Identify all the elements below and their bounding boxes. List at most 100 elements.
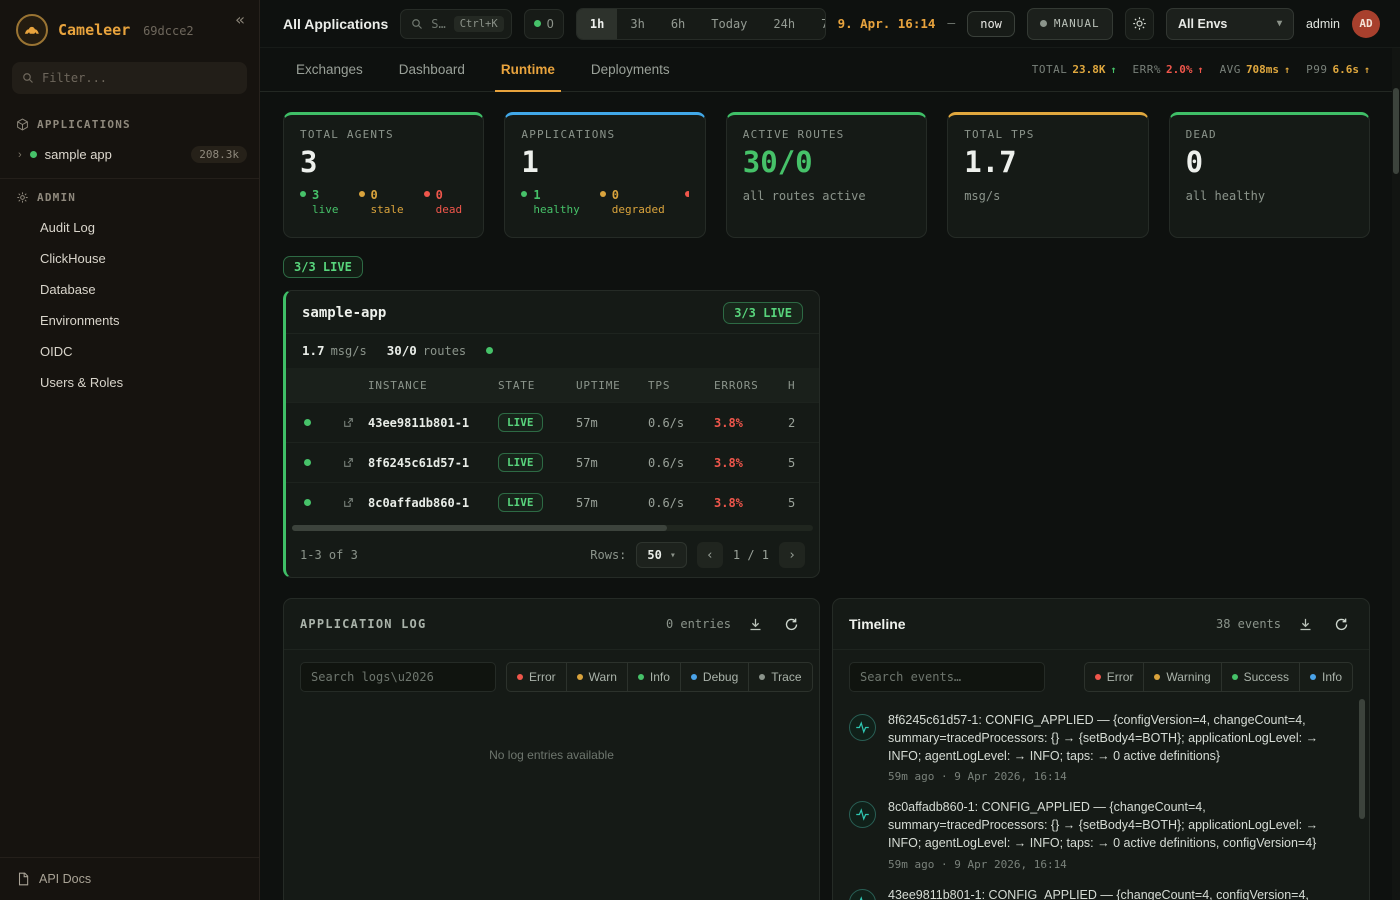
timeline-search-input[interactable]: [849, 662, 1045, 692]
external-link-icon[interactable]: [328, 416, 368, 429]
status-dot-green: [30, 151, 37, 158]
log-filter-info[interactable]: Info: [627, 662, 681, 692]
manual-refresh-button[interactable]: MANUAL: [1027, 8, 1113, 40]
timeline-panel: Timeline 38 events Error Warning Success…: [832, 598, 1370, 900]
search-shortcut-kbd: Ctrl+K: [454, 16, 504, 32]
prev-page-button[interactable]: ‹: [697, 542, 723, 568]
status-dot-red: [1095, 674, 1101, 680]
time-range-7d[interactable]: 7d: [808, 9, 825, 39]
time-range-6h[interactable]: 6h: [658, 9, 698, 39]
topbar: All Applications S… Ctrl+K O 1h 3h 6h To…: [260, 0, 1400, 48]
time-range-1h[interactable]: 1h: [577, 9, 617, 39]
rows-per-page-select[interactable]: 50 ▾: [636, 542, 686, 568]
status-dot-amber: [577, 674, 583, 680]
tab-deployments[interactable]: Deployments: [573, 48, 688, 91]
chevron-right-icon[interactable]: ›: [18, 149, 22, 161]
log-filter-error[interactable]: Error: [506, 662, 567, 692]
timeline-filter-info[interactable]: Info: [1299, 662, 1353, 692]
sidebar-item-api-docs[interactable]: API Docs: [0, 857, 259, 900]
sidebar-item-environments[interactable]: Environments: [0, 305, 259, 336]
metric-p99-label: P99: [1306, 63, 1327, 76]
state-badge: LIVE: [498, 453, 543, 472]
admin-section-label: ADMIN: [37, 191, 76, 204]
trend-up-icon: ↑: [1284, 65, 1290, 76]
admin-section-header: ADMIN: [0, 181, 259, 212]
card-title: TOTAL TPS: [964, 128, 1131, 141]
card-subtitle: all healthy: [1186, 189, 1353, 203]
errors-cell: 3.8%: [714, 496, 788, 510]
tab-dashboard[interactable]: Dashboard: [381, 48, 483, 91]
sidebar-item-users-roles[interactable]: Users & Roles: [0, 367, 259, 398]
timeline-header: Timeline 38 events: [833, 599, 1369, 650]
log-entries-count: 0 entries: [666, 617, 731, 631]
refresh-icon[interactable]: [779, 612, 803, 636]
download-icon[interactable]: [1293, 612, 1317, 636]
timeline-controls: Error Warning Success Info: [833, 650, 1369, 704]
activity-pulse-icon: [849, 801, 876, 828]
status-dot-green: [300, 191, 306, 197]
time-range-today[interactable]: Today: [698, 9, 760, 39]
horizontal-scrollbar-thumb[interactable]: [292, 525, 667, 531]
table-row[interactable]: 8f6245c61d57-1 LIVE 57m 0.6/s 3.8% 5: [286, 442, 819, 482]
environment-select-value: All Envs: [1178, 17, 1227, 31]
sample-app-card-metrics: 1.7 msg/s 30/0 routes: [286, 334, 819, 368]
refresh-icon[interactable]: [1329, 612, 1353, 636]
timeline-event[interactable]: 8f6245c61d57-1: CONFIG_APPLIED — {config…: [849, 712, 1349, 783]
event-text: 8c0affadb860-1: CONFIG_APPLIED — {change…: [888, 800, 1318, 850]
sample-app-card-title[interactable]: sample-app: [302, 305, 386, 321]
status-dot-red: [424, 191, 430, 197]
avatar[interactable]: AD: [1352, 10, 1380, 38]
live-badge: 3/3 LIVE: [723, 302, 803, 324]
table-row[interactable]: 43ee9811b801-1 LIVE 57m 0.6/s 3.8% 2: [286, 402, 819, 442]
routes-value: 30/0: [387, 343, 417, 358]
tab-exchanges[interactable]: Exchanges: [283, 48, 381, 91]
application-log-header: APPLICATION LOG 0 entries: [284, 599, 819, 650]
log-search-input[interactable]: [300, 662, 496, 692]
sidebar-collapse-icon[interactable]: «: [235, 10, 245, 29]
timeline-scrollbar-thumb[interactable]: [1359, 699, 1365, 819]
timeline-filter-error[interactable]: Error: [1084, 662, 1145, 692]
timeline-filter-warning[interactable]: Warning: [1143, 662, 1221, 692]
state-badge: LIVE: [498, 493, 543, 512]
instances-table-header: INSTANCE STATE UPTIME TPS ERRORS H: [286, 368, 819, 402]
metric-p99-value: 6.6s: [1332, 63, 1359, 76]
environment-select[interactable]: All Envs ▾: [1166, 8, 1294, 40]
tps-cell: 0.6/s: [648, 416, 714, 430]
log-filter-debug[interactable]: Debug: [680, 662, 749, 692]
time-range-3h[interactable]: 3h: [617, 9, 657, 39]
log-filter-warn[interactable]: Warn: [566, 662, 628, 692]
sidebar-item-database[interactable]: Database: [0, 274, 259, 305]
uptime-value: 57m: [576, 416, 648, 430]
applications-section-header: APPLICATIONS: [0, 108, 259, 139]
timeline-event[interactable]: 8c0affadb860-1: CONFIG_APPLIED — {change…: [849, 799, 1349, 870]
sidebar-item-oidc[interactable]: OIDC: [0, 336, 259, 367]
sample-app-count-badge: 208.3k: [191, 146, 247, 163]
metric-avg: AVG 708ms ↑: [1220, 63, 1291, 76]
table-row[interactable]: 8c0affadb860-1 LIVE 57m 0.6/s 3.8% 5: [286, 482, 819, 522]
tab-runtime[interactable]: Runtime: [483, 48, 573, 91]
card-subtitle: msg/s: [964, 189, 1131, 203]
card-dead: DEAD 0 all healthy: [1169, 112, 1370, 238]
timeline-filter-success[interactable]: Success: [1221, 662, 1300, 692]
download-icon[interactable]: [743, 612, 767, 636]
time-range-24h[interactable]: 24h: [760, 9, 808, 39]
horizontal-scrollbar: [292, 525, 813, 531]
sidebar-item-audit-log[interactable]: Audit Log: [0, 212, 259, 243]
theme-toggle-button[interactable]: [1125, 8, 1154, 40]
log-filter-trace[interactable]: Trace: [748, 662, 812, 692]
timeline-event[interactable]: 43ee9811b801-1: CONFIG_APPLIED — {change…: [849, 887, 1349, 900]
metric-avg-label: AVG: [1220, 63, 1241, 76]
online-indicator-chip[interactable]: O: [524, 9, 564, 39]
sidebar-item-clickhouse[interactable]: ClickHouse: [0, 243, 259, 274]
global-search[interactable]: S… Ctrl+K: [400, 9, 511, 39]
chevron-down-icon: ▾: [670, 550, 676, 561]
next-page-button[interactable]: ›: [779, 542, 805, 568]
range-end-button[interactable]: now: [967, 11, 1015, 37]
mini-dead: 0dead: [424, 188, 463, 217]
external-link-icon[interactable]: [328, 496, 368, 509]
metric-err: ERR% 2.0% ↑: [1133, 63, 1204, 76]
page-scrollbar-thumb[interactable]: [1393, 88, 1399, 174]
sidebar-item-sample-app[interactable]: › sample app 208.3k: [0, 139, 259, 170]
sidebar-filter-input[interactable]: [42, 71, 237, 85]
external-link-icon[interactable]: [328, 456, 368, 469]
